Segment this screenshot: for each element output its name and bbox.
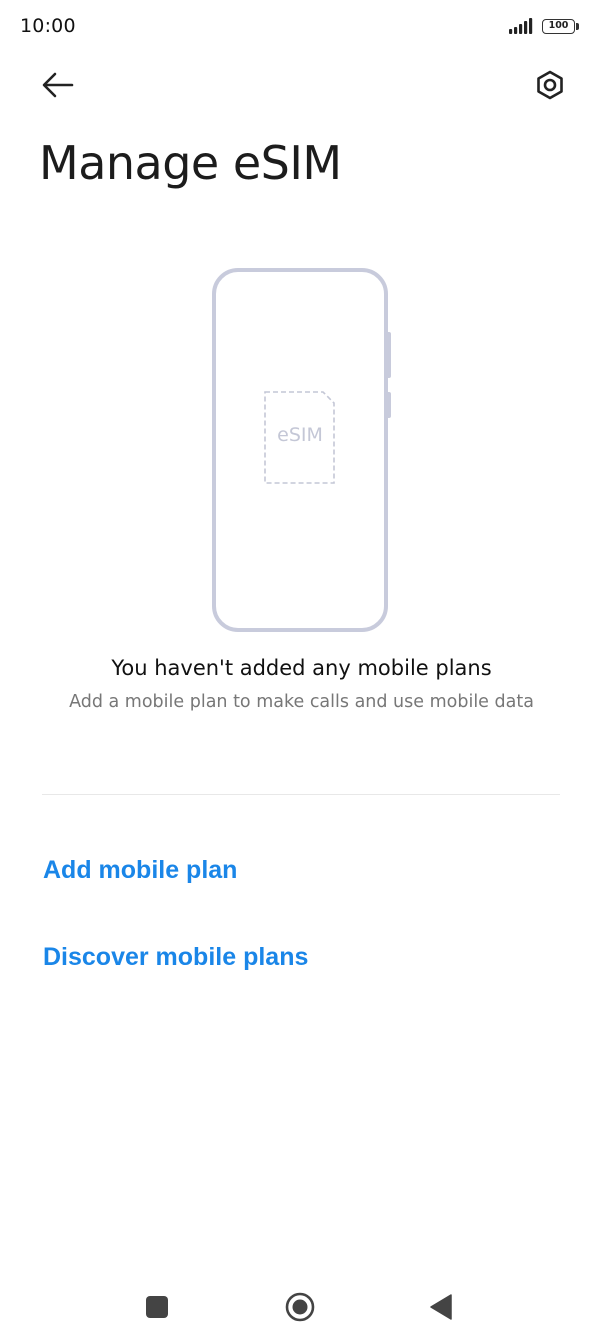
status-time: 10:00 (20, 15, 76, 37)
signal-bars-icon (509, 18, 533, 34)
battery-icon: 100 (542, 19, 575, 34)
divider (42, 794, 560, 795)
add-mobile-plan-button[interactable]: Add mobile plan (43, 856, 237, 885)
recent-apps-button[interactable] (146, 1296, 168, 1318)
nav-back-button[interactable] (430, 1294, 452, 1320)
phone-illustration (212, 268, 391, 632)
battery-level: 100 (548, 20, 569, 31)
circle-home-icon (285, 1292, 315, 1322)
empty-state-title: You haven't added any mobile plans (111, 656, 492, 680)
empty-state-subtitle: Add a mobile plan to make calls and use … (69, 692, 534, 712)
home-button[interactable] (284, 1291, 316, 1323)
discover-mobile-plans-button[interactable]: Discover mobile plans (43, 943, 308, 972)
battery-tip (576, 23, 579, 30)
back-button[interactable] (36, 66, 80, 106)
page-title: Manage eSIM (39, 136, 342, 190)
esim-label: eSIM (277, 424, 323, 446)
arrow-left-icon (42, 72, 74, 98)
settings-button[interactable] (528, 64, 572, 108)
gear-icon (537, 70, 563, 100)
triangle-back-icon (430, 1294, 452, 1320)
status-bar: 10:00 100 (0, 0, 603, 56)
